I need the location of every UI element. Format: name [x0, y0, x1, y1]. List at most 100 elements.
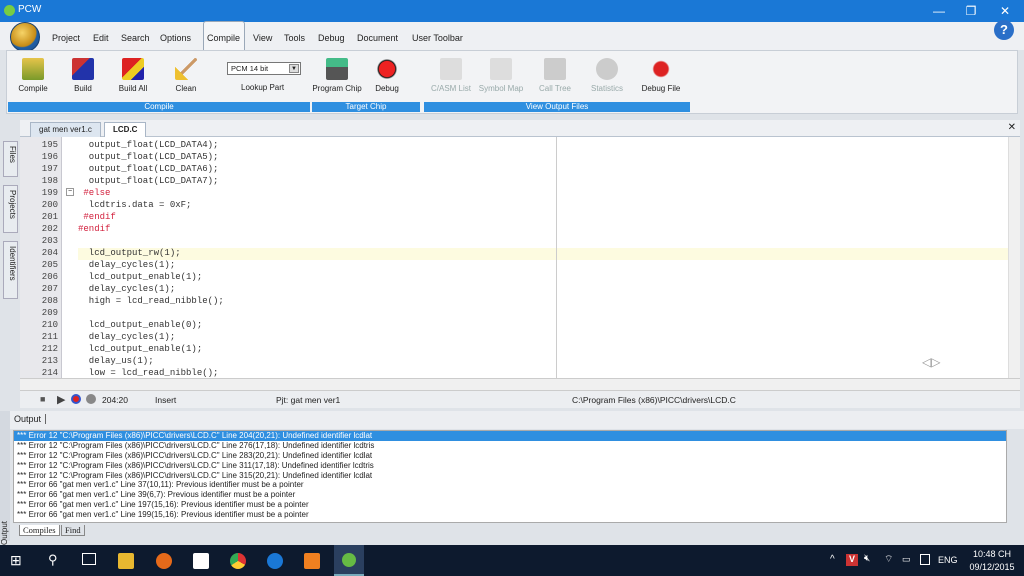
- code-line: delay_cycles(1);: [78, 332, 176, 342]
- play-icon[interactable]: ▶: [57, 393, 65, 406]
- part-select[interactable]: PCM 14 bit ▼: [227, 62, 301, 75]
- program-chip-button[interactable]: Program Chip: [312, 58, 362, 93]
- output-error-row[interactable]: *** Error 66 "gat men ver1.c" Line 197(1…: [14, 500, 1006, 510]
- task-view-icon[interactable]: [82, 553, 96, 565]
- symbol-map-button[interactable]: Symbol Map: [476, 58, 526, 93]
- target-chip-group-label: Target Chip: [312, 102, 420, 112]
- close-tab-icon[interactable]: ✕: [1008, 122, 1016, 133]
- edge-icon[interactable]: [267, 553, 283, 569]
- output-error-row[interactable]: *** Error 12 "C:\Program Files (x86)\PIC…: [14, 451, 1006, 461]
- search-icon[interactable]: ⚲: [48, 552, 58, 568]
- tab-compiles[interactable]: Compiles: [19, 525, 60, 536]
- output-panel-side: Output: [0, 411, 10, 545]
- clock-date[interactable]: 09/12/2015: [966, 562, 1018, 572]
- menu-edit[interactable]: Edit: [93, 33, 109, 43]
- maximize-button[interactable]: ❐: [954, 0, 988, 22]
- side-tab-projects[interactable]: Projects: [3, 185, 18, 233]
- menu-debug[interactable]: Debug: [318, 33, 345, 43]
- debug-button[interactable]: Debug: [362, 58, 412, 93]
- code-line: #endif: [78, 212, 116, 222]
- code-line: lcd_output_enable(1);: [78, 344, 203, 354]
- line-number: 213: [41, 356, 58, 366]
- code-line: output_float(LCD_DATA7);: [78, 176, 219, 186]
- tab-gat-men-ver1[interactable]: gat men ver1.c: [30, 122, 101, 137]
- clean-button[interactable]: Clean: [161, 58, 211, 93]
- window-title: PCW: [18, 4, 42, 15]
- project-name: Pjt: gat men ver1: [276, 395, 341, 405]
- minimize-button[interactable]: —: [922, 0, 956, 22]
- compile-label: Compile: [18, 84, 48, 93]
- code-editor[interactable]: 195 output_float(LCD_DATA4); 196 output_f…: [20, 137, 1008, 378]
- output-list[interactable]: *** Error 12 "C:\Program Files (x86)\PIC…: [13, 430, 1007, 523]
- app-icon-orange[interactable]: [304, 553, 320, 569]
- output-error-row[interactable]: *** Error 12 "C:\Program Files (x86)\PIC…: [14, 471, 1006, 481]
- output-error-row[interactable]: *** Error 66 "gat men ver1.c" Line 37(10…: [14, 480, 1006, 490]
- symbol-map-icon: [490, 58, 512, 80]
- output-tab[interactable]: Output: [14, 414, 47, 424]
- debug-file-label: Debug File: [641, 84, 681, 93]
- pcw-icon: [342, 553, 356, 567]
- firefox-icon[interactable]: [156, 553, 172, 569]
- battery-icon[interactable]: ▭: [902, 554, 911, 565]
- output-error-row[interactable]: *** Error 12 "C:\Program Files (x86)\PIC…: [14, 461, 1006, 471]
- stop-icon[interactable]: [86, 394, 96, 404]
- menu-options[interactable]: Options: [160, 33, 191, 43]
- debug-file-button[interactable]: Debug File: [636, 58, 686, 93]
- chrome-icon[interactable]: [230, 553, 246, 569]
- line-number: 196: [41, 152, 58, 162]
- menu-user-toolbar[interactable]: User Toolbar: [412, 33, 463, 43]
- build-label: Build: [74, 84, 92, 93]
- output-side-label: Output: [0, 521, 9, 546]
- tree-icon: [544, 58, 566, 80]
- windows-start-icon[interactable]: ⊞: [10, 552, 22, 569]
- help-icon[interactable]: ?: [994, 20, 1014, 40]
- line-number: 208: [41, 296, 58, 306]
- file-explorer-icon[interactable]: [118, 553, 134, 569]
- menu-tools[interactable]: Tools: [284, 33, 305, 43]
- wifi-icon[interactable]: ⌔: [884, 553, 893, 566]
- show-hidden-icons[interactable]: ^: [830, 554, 835, 565]
- build-button[interactable]: Build: [58, 58, 108, 93]
- store-icon[interactable]: [193, 553, 209, 569]
- output-error-row[interactable]: *** Error 12 "C:\Program Files (x86)\PIC…: [14, 441, 1006, 451]
- volume-muted-icon[interactable]: 🔇︎: [864, 553, 870, 564]
- horizontal-scrollbar[interactable]: [20, 378, 1020, 390]
- chevron-down-icon: ▼: [289, 64, 299, 73]
- tab-lcd-c[interactable]: LCD.C: [104, 122, 147, 137]
- statistics-button[interactable]: Statistics: [582, 58, 632, 93]
- fold-toggle-icon[interactable]: −: [66, 188, 74, 196]
- menu-document[interactable]: Document: [357, 33, 398, 43]
- casm-list-button[interactable]: C/ASM List: [426, 58, 476, 93]
- language-indicator[interactable]: ENG: [938, 555, 958, 565]
- save-icon[interactable]: ■: [40, 394, 45, 404]
- pcw-taskbar-button[interactable]: [334, 545, 364, 576]
- menu-search[interactable]: Search: [121, 33, 150, 43]
- clock-time[interactable]: 10:48 CH: [970, 549, 1014, 559]
- split-handle-icon[interactable]: ◁▷: [922, 355, 940, 369]
- tab-find[interactable]: Find: [61, 525, 85, 536]
- edit-mode: Insert: [155, 395, 177, 405]
- lookup-part-button[interactable]: Lookup Part: [241, 83, 284, 92]
- line-number: 211: [41, 332, 58, 342]
- vertical-scrollbar[interactable]: [1008, 137, 1020, 378]
- output-error-row[interactable]: *** Error 12 "C:\Program Files (x86)\PIC…: [14, 431, 1006, 441]
- menu-view[interactable]: View: [253, 33, 272, 43]
- side-tab-files[interactable]: Files: [3, 141, 18, 177]
- antivirus-icon[interactable]: V: [846, 554, 858, 566]
- output-error-row[interactable]: *** Error 66 "gat men ver1.c" Line 39(6,…: [14, 490, 1006, 500]
- call-tree-button[interactable]: Call Tree: [530, 58, 580, 93]
- line-number: 204: [41, 248, 58, 258]
- side-tab-identifiers[interactable]: Identifiers: [3, 241, 18, 299]
- build-all-button[interactable]: Build All: [108, 58, 158, 93]
- compile-group-label: Compile: [8, 102, 310, 112]
- view-output-group-label: View Output Files: [424, 102, 690, 112]
- app-menu-button[interactable]: [10, 22, 40, 52]
- close-button[interactable]: ✕: [988, 0, 1022, 22]
- line-number: 199: [41, 188, 58, 198]
- notification-icon[interactable]: [920, 554, 930, 565]
- compile-button[interactable]: Compile: [8, 58, 58, 93]
- record-icon[interactable]: [71, 394, 81, 404]
- menu-compile[interactable]: Compile: [207, 33, 240, 43]
- output-error-row[interactable]: *** Error 66 "gat men ver1.c" Line 199(1…: [14, 510, 1006, 520]
- menu-project[interactable]: Project: [52, 33, 80, 43]
